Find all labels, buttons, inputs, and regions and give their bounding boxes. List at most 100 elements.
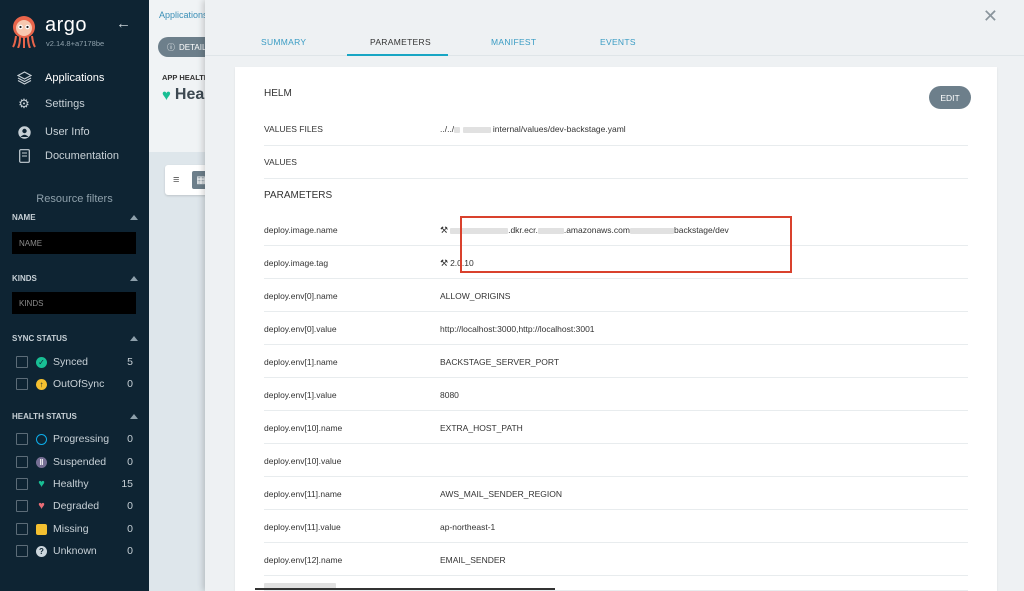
param-key: deploy.env[1].name — [264, 357, 338, 367]
param-row: VALUES — [264, 146, 968, 179]
param-key: deploy.env[12].name — [264, 555, 343, 565]
checkbox[interactable] — [16, 523, 28, 535]
user-icon — [16, 124, 32, 140]
helm-title: HELM — [264, 88, 292, 99]
nav-label: Documentation — [45, 150, 119, 162]
param-row: deploy.env[1].value 8080 — [264, 378, 968, 411]
section-label: NAME — [12, 213, 36, 222]
filter-section-sync-status[interactable]: SYNC STATUS — [12, 334, 138, 343]
filter-missing[interactable]: Missing 0 — [16, 523, 133, 535]
param-value: ../../ internal/values/dev-backstage.yam… — [440, 124, 626, 134]
param-value: EXTRA_HOST_PATH — [440, 423, 523, 433]
ghost-icon — [36, 523, 47, 535]
filter-section-health-status[interactable]: HEALTH STATUS — [12, 412, 138, 421]
param-row: deploy.env[12].name EMAIL_SENDER — [264, 543, 968, 576]
parameters-title: PARAMETERS — [264, 190, 333, 201]
param-key: deploy.env[0].name — [264, 291, 338, 301]
checkbox[interactable] — [16, 433, 28, 445]
caret-up-icon[interactable] — [130, 276, 138, 281]
filter-label: OutOfSync — [53, 378, 105, 390]
heart-icon: ♥ — [38, 478, 45, 490]
nav-documentation[interactable]: Documentation — [16, 148, 119, 164]
param-value: 8080 — [440, 390, 459, 400]
arrow-up-circle-icon: ↑ — [36, 378, 47, 390]
breadcrumb[interactable]: Applications — [159, 10, 208, 20]
param-key: deploy.env[11].value — [264, 522, 341, 532]
nav-label: Settings — [45, 98, 85, 110]
tab-bar: SUMMARY PARAMETERS MANIFEST EVENTS — [205, 32, 1024, 56]
kinds-filter-input[interactable] — [12, 292, 136, 314]
filter-count: 0 — [127, 433, 133, 445]
filter-suspended[interactable]: ‖ Suspended 0 — [16, 456, 133, 468]
filter-degraded[interactable]: ♥ Degraded 0 — [16, 500, 133, 512]
filter-healthy[interactable]: ♥ Healthy 15 — [16, 478, 133, 490]
gear-icon: ⚙ — [18, 96, 30, 111]
filter-count: 5 — [127, 356, 133, 368]
brand-name: argo — [45, 14, 88, 36]
param-row: deploy.env[0].name ALLOW_ORIGINS — [264, 279, 968, 312]
redacted-block — [454, 126, 461, 133]
param-row: deploy.env[10].value — [264, 444, 968, 477]
tab-manifest[interactable]: MANIFEST — [491, 37, 536, 47]
sidebar: argo v2.14.8+a7178be ← Applications ⚙ Se… — [0, 0, 149, 591]
filter-section-kinds[interactable]: KINDS — [12, 274, 138, 283]
close-icon[interactable]: ✕ — [983, 6, 998, 27]
param-value: EMAIL_SENDER — [440, 555, 506, 565]
checkbox[interactable] — [16, 478, 28, 490]
pin-icon: ⚒ — [440, 258, 449, 268]
caret-up-icon[interactable] — [130, 336, 138, 341]
param-key: deploy.image.name — [264, 225, 338, 235]
nav-label: User Info — [45, 126, 90, 138]
filter-label: Progressing — [53, 433, 110, 445]
checkbox[interactable] — [16, 378, 28, 390]
app-details-panel: ✕ SUMMARY PARAMETERS MANIFEST EVENTS HEL… — [205, 0, 1024, 591]
param-key: deploy.env[1].value — [264, 390, 337, 400]
nav-settings[interactable]: ⚙ Settings — [16, 96, 85, 112]
app-background: Applications ⓘ DETAILS APP HEALTH ♥ Health… — [149, 0, 233, 591]
argo-logo[interactable] — [10, 14, 38, 48]
param-row: deploy.env[11].name AWS_MAIL_SENDER_REGI… — [264, 477, 968, 510]
nav-user-info[interactable]: User Info — [16, 124, 90, 140]
param-row: deploy.env[10].name EXTRA_HOST_PATH — [264, 411, 968, 444]
param-value: AWS_MAIL_SENDER_REGION — [440, 489, 563, 499]
filter-label: Suspended — [53, 456, 107, 468]
tab-summary[interactable]: SUMMARY — [261, 37, 306, 47]
app-health-label: APP HEALTH — [162, 73, 210, 82]
param-key: VALUES FILES — [264, 124, 323, 134]
question-circle-icon: ? — [36, 545, 47, 557]
param-key: deploy.env[0].value — [264, 324, 337, 334]
nav-applications[interactable]: Applications — [16, 70, 104, 86]
name-filter-input[interactable] — [12, 232, 136, 254]
filter-progressing[interactable]: Progressing 0 — [16, 433, 133, 445]
heart-icon: ♥ — [162, 86, 171, 104]
list-view-icon[interactable]: ≡ — [173, 174, 179, 186]
filter-unknown[interactable]: ? Unknown 0 — [16, 545, 133, 557]
checkbox[interactable] — [16, 356, 28, 368]
param-row: deploy.env[0].value http://localhost:300… — [264, 312, 968, 345]
filter-synced[interactable]: ✓ Synced 5 — [16, 356, 133, 368]
checkbox[interactable] — [16, 500, 28, 512]
section-label: HEALTH STATUS — [12, 412, 77, 421]
edit-button[interactable]: EDIT — [929, 86, 971, 109]
redacted-block — [462, 126, 491, 133]
tab-events[interactable]: EVENTS — [600, 37, 636, 47]
param-value: BACKSTAGE_SERVER_PORT — [440, 357, 560, 367]
checkbox[interactable] — [16, 456, 28, 468]
pause-circle-icon: ‖ — [36, 456, 47, 468]
active-tab-indicator — [347, 54, 448, 56]
param-value: ALLOW_ORIGINS — [440, 291, 511, 301]
value-text: internal/values/dev-backstage.yaml — [492, 124, 626, 134]
filter-label: Healthy — [53, 478, 89, 490]
filter-section-name[interactable]: NAME — [12, 213, 138, 222]
param-row: VALUES FILES ../../ internal/values/dev-… — [264, 113, 968, 146]
param-key: deploy.image.tag — [264, 258, 329, 268]
layers-icon — [16, 70, 32, 86]
checkbox[interactable] — [16, 545, 28, 557]
caret-up-icon[interactable] — [130, 215, 138, 220]
collapse-arrow-icon[interactable]: ← — [116, 15, 131, 32]
param-row: deploy.env[1].name BACKSTAGE_SERVER_PORT — [264, 345, 968, 378]
filter-outofsync[interactable]: ↑ OutOfSync 0 — [16, 378, 133, 390]
tab-parameters[interactable]: PARAMETERS — [370, 37, 431, 47]
caret-up-icon[interactable] — [130, 414, 138, 419]
filter-label: Unknown — [53, 545, 97, 557]
